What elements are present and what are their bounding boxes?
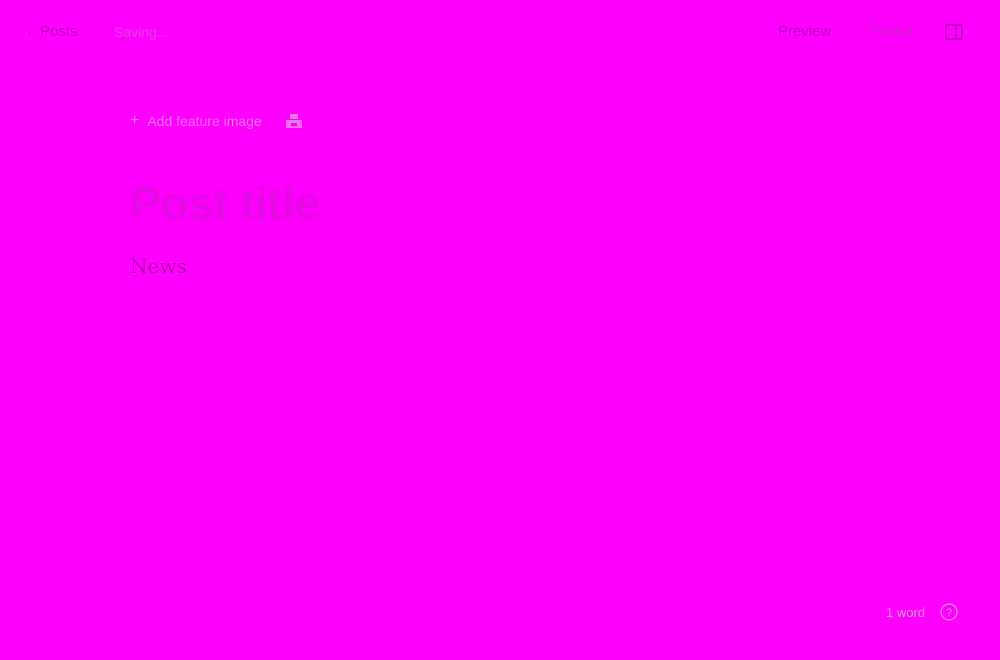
unsplash-icon[interactable] [285,114,302,128]
sidebar-toggle-icon[interactable] [945,24,963,40]
word-count: 1 word [886,605,926,620]
post-body-editor[interactable]: News [130,254,850,278]
chevron-left-icon: ‹ [28,24,32,39]
feature-image-row: + Add feature image [130,110,850,132]
add-feature-image-label: Add feature image [147,113,262,129]
editor-header: ‹ Posts Saving... Preview Publish [0,0,1000,64]
add-feature-image-button[interactable]: + Add feature image [130,112,262,130]
publish-button[interactable]: Publish [868,23,917,40]
save-status: Saving... [114,24,169,40]
preview-button[interactable]: Preview [778,23,831,40]
back-to-posts-link[interactable]: ‹ Posts [28,23,78,40]
plus-icon: + [130,112,140,129]
back-link-label: Posts [40,23,78,40]
svg-text:?: ? [946,607,952,619]
help-icon[interactable]: ? [940,603,958,621]
post-title-input[interactable]: Post title [130,180,850,226]
post-editor: + Add feature image Post title News [130,110,850,279]
